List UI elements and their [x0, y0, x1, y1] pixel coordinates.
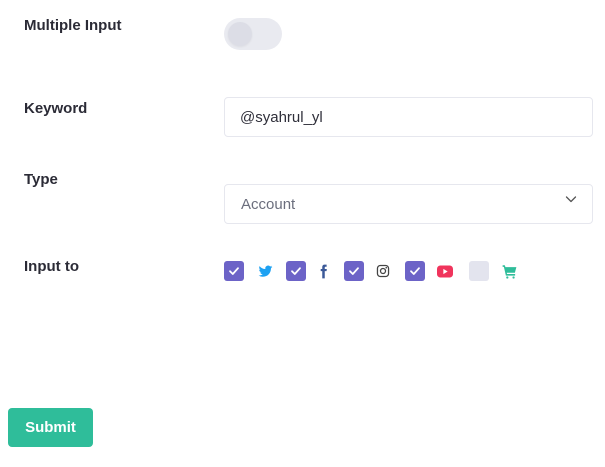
check-icon: [410, 267, 420, 275]
multiple-input-toggle[interactable]: [224, 18, 282, 50]
instagram-checkbox[interactable]: [344, 261, 364, 281]
instagram-icon: [375, 263, 391, 279]
cart-icon: [501, 263, 517, 279]
submit-button[interactable]: Submit: [8, 408, 93, 447]
twitter-icon: [257, 263, 273, 279]
input-to-label: Input to: [24, 258, 79, 275]
keyword-label: Keyword: [24, 100, 88, 117]
youtube-checkbox[interactable]: [405, 261, 425, 281]
keyword-input[interactable]: [224, 97, 593, 137]
platform-cart: [469, 261, 517, 281]
platform-youtube: [405, 261, 453, 281]
facebook-checkbox[interactable]: [286, 261, 306, 281]
platform-facebook: [286, 261, 331, 281]
chevron-down-icon: [565, 196, 577, 203]
check-icon: [229, 267, 239, 275]
platform-twitter: [224, 261, 273, 281]
check-icon: [291, 267, 301, 275]
multiple-input-label: Multiple Input: [24, 17, 122, 34]
type-label: Type: [24, 171, 58, 188]
facebook-icon: [315, 263, 331, 279]
toggle-knob: [228, 22, 252, 46]
form-page: Multiple Input Keyword Type Account Inpu…: [0, 0, 605, 467]
check-icon: [349, 267, 359, 275]
type-select[interactable]: Account: [224, 184, 593, 224]
twitter-checkbox[interactable]: [224, 261, 244, 281]
type-select-value: Account: [241, 196, 296, 213]
platform-instagram: [344, 261, 391, 281]
youtube-icon: [437, 263, 453, 279]
cart-checkbox[interactable]: [469, 261, 489, 281]
